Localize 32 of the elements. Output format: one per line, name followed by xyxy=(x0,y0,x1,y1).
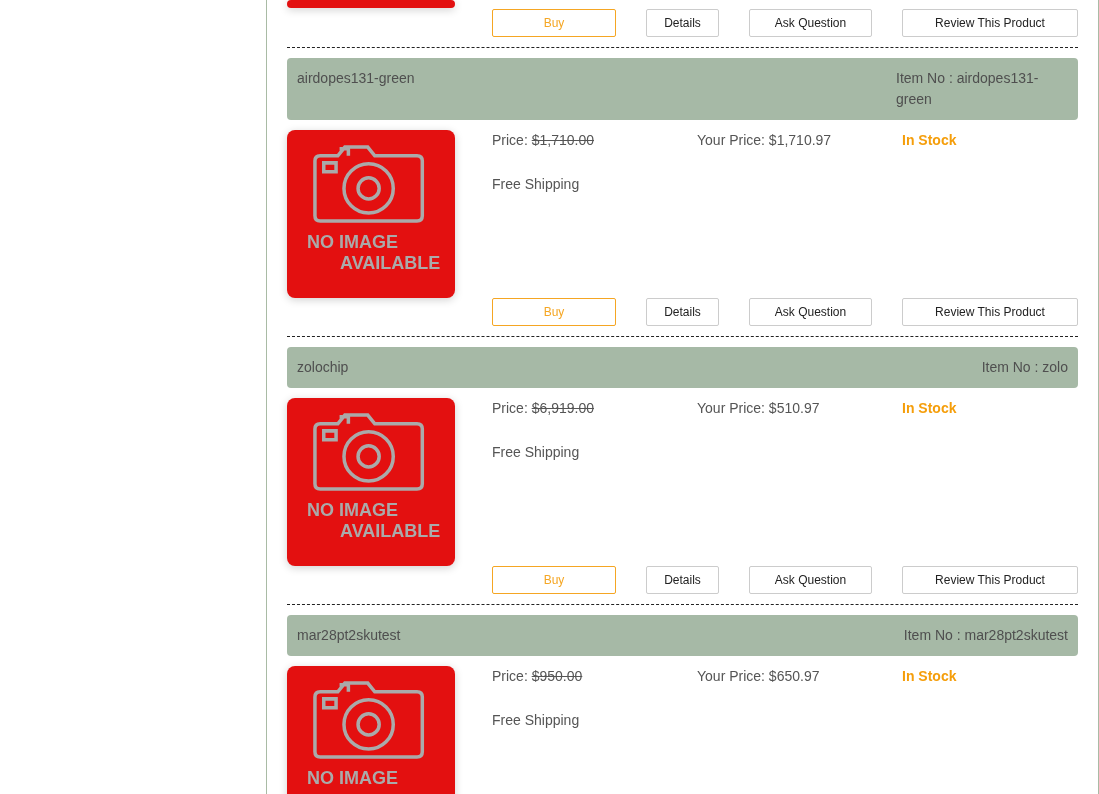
action-button[interactable]: Review This Product xyxy=(902,566,1078,594)
image-caption: NO IMAGE xyxy=(307,768,398,789)
action-button[interactable]: Ask Question xyxy=(749,566,872,594)
shipping-text: Free Shipping xyxy=(492,443,581,462)
image-caption: NO IMAGE xyxy=(307,500,399,521)
action-button[interactable]: Ask Question xyxy=(749,9,872,37)
action-button[interactable]: Details xyxy=(646,9,719,37)
image-caption: AVAILABLE xyxy=(339,521,441,542)
stock-status: In Stock xyxy=(902,668,958,684)
shipping-text: Free Shipping xyxy=(492,711,581,730)
action-button[interactable]: Details xyxy=(646,566,719,594)
price-text: Price: $950.00 xyxy=(492,668,584,684)
shipping-text: Free Shipping xyxy=(492,175,581,194)
item-number: Item No : mar28pt2skutest xyxy=(903,626,1068,645)
your-price-text: Your Price: $510.97 xyxy=(697,400,821,416)
your-price-text: Your Price: $650.97 xyxy=(697,668,821,684)
item-number: Item No : zolo xyxy=(981,358,1068,377)
price-text: Price: $6,919.00 xyxy=(492,400,595,416)
product-name: airdopes131-green xyxy=(297,69,415,88)
image-caption: NO IMAGE xyxy=(307,232,399,253)
your-price-text: Your Price: $1,710.97 xyxy=(697,132,833,148)
price-text: Price: $1,710.00 xyxy=(492,132,595,148)
product-name: mar28pt2skutest xyxy=(297,626,401,645)
item-number: Item No : airdopes131-green xyxy=(896,69,1040,109)
stock-status: In Stock xyxy=(902,132,958,148)
action-button[interactable]: Review This Product xyxy=(902,9,1078,37)
action-button[interactable]: Review This Product xyxy=(902,298,1078,326)
stock-status: In Stock xyxy=(902,400,958,416)
image-caption: AVAILABLE xyxy=(339,253,441,274)
action-button[interactable]: Details xyxy=(646,298,719,326)
action-button[interactable]: Ask Question xyxy=(749,298,872,326)
product-name: zolochip xyxy=(297,358,349,377)
